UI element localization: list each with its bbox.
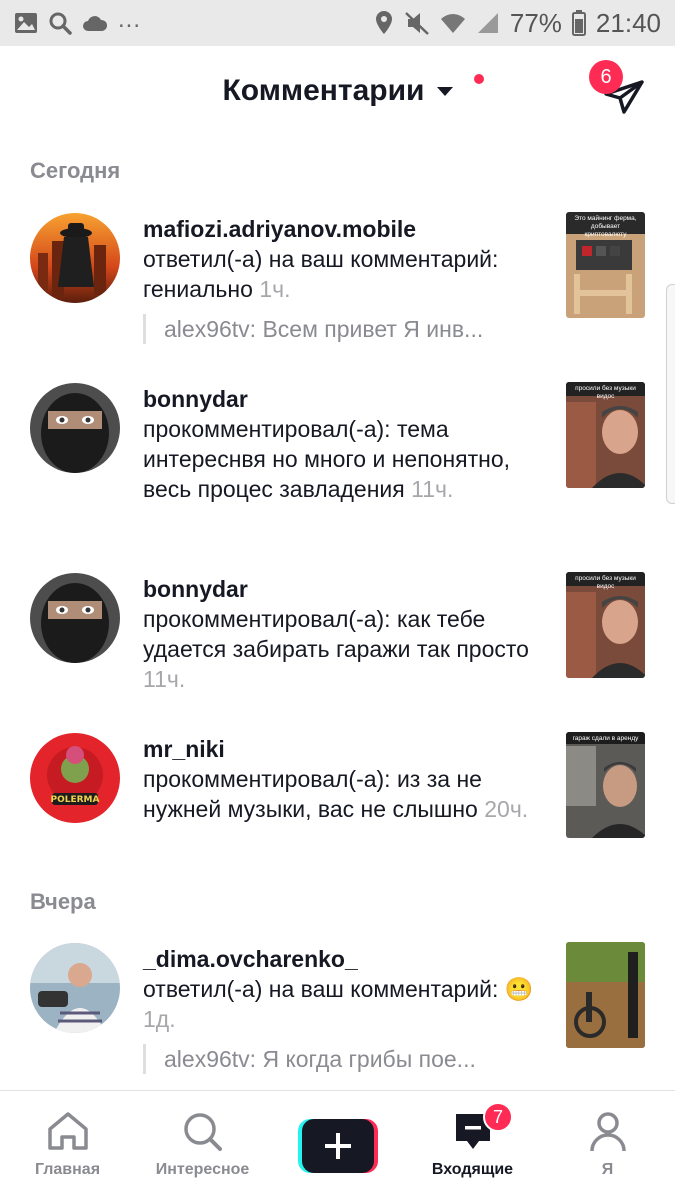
messages-badge: 6	[589, 60, 623, 94]
notification-text: ответил(-а) на ваш комментарий: гениальн…	[143, 246, 499, 302]
cloud-icon	[83, 16, 108, 31]
nav-home-label: Главная	[34, 1161, 101, 1178]
notification-text: прокомментировал(-а): из за не нужней му…	[143, 766, 482, 822]
timestamp: 20ч.	[484, 796, 529, 822]
avatar[interactable]	[30, 383, 120, 473]
video-thumbnail[interactable]: гараж сдали в аренду	[566, 732, 645, 838]
quoted-comment: alex96tv: Всем привет Я инв...	[143, 314, 543, 344]
username[interactable]: _dima.ovcharenko_	[143, 944, 543, 974]
thumbnail-caption: просили без музыки видос	[575, 385, 636, 400]
header: Комментарии 6	[0, 46, 675, 142]
avatar[interactable]: POLERMA	[30, 733, 120, 823]
battery-icon	[571, 10, 586, 36]
create-video-button[interactable]	[298, 1119, 378, 1173]
status-overflow-dots: ...	[118, 6, 142, 33]
username[interactable]: bonnydar	[143, 574, 543, 604]
signal-icon	[477, 13, 498, 33]
inbox-badge: 7	[483, 1102, 513, 1132]
battery-percent: 77%	[509, 7, 562, 38]
status-bar: ... 77% 21:40	[0, 0, 675, 46]
avatar[interactable]	[30, 573, 120, 663]
video-thumbnail[interactable]: просили без музыки видос	[566, 382, 645, 488]
timestamp: 1ч.	[259, 276, 291, 302]
section-yesterday: Вчера	[30, 889, 96, 914]
timestamp: 11ч.	[143, 666, 186, 692]
nav-inbox-label: Входящие	[431, 1161, 514, 1178]
list-item[interactable]: mafiozi.adriyanov.mobile ответил(-а) на …	[0, 210, 675, 360]
list-item[interactable]: bonnydar прокомментировал(-а): как тебе …	[0, 570, 675, 710]
video-thumbnail[interactable]	[566, 942, 645, 1048]
notification-text: прокомментировал(-а): тема интереснвя но…	[143, 416, 511, 502]
page-title: Комментарии	[222, 74, 425, 107]
home-icon	[47, 1112, 88, 1150]
list-item[interactable]: POLERMA mr_niki прокомментировал(-а): из…	[0, 730, 675, 870]
nav-inbox[interactable]: Входящие	[405, 1091, 540, 1200]
search-icon	[49, 12, 72, 35]
avatar[interactable]	[30, 943, 120, 1033]
list-item[interactable]: bonnydar прокомментировал(-а): тема инте…	[0, 380, 675, 540]
thumbnail-caption: Это майнинг ферма, добывает криптовалюту	[574, 215, 637, 238]
notification-text: прокомментировал(-а): как тебе удается з…	[143, 606, 529, 662]
gallery-icon	[15, 13, 37, 33]
username[interactable]: mr_niki	[143, 734, 543, 764]
notification-text: ответил(-а) на ваш комментарий: 😬	[143, 976, 534, 1002]
wifi-icon	[440, 14, 465, 33]
mute-icon	[405, 12, 429, 35]
username[interactable]: bonnydar	[143, 384, 543, 414]
unread-dot	[474, 74, 484, 84]
section-today: Сегодня	[30, 158, 121, 183]
nav-home[interactable]: Главная	[0, 1091, 135, 1200]
nav-profile[interactable]: Я	[540, 1091, 675, 1200]
search-icon	[183, 1113, 222, 1151]
title-dropdown[interactable]: Комментарии	[0, 74, 675, 108]
thumbnail-caption: просили без музыки видос	[575, 575, 636, 590]
thumbnail-caption: гараж сдали в аренду	[572, 735, 639, 742]
chevron-down-icon	[436, 86, 453, 96]
video-thumbnail[interactable]: просили без музыки видос	[566, 572, 645, 678]
avatar-logo-text: POLERMA	[51, 795, 100, 805]
list-item[interactable]: _dima.ovcharenko_ ответил(-а) на ваш ком…	[0, 940, 675, 1080]
profile-icon	[589, 1112, 626, 1152]
username[interactable]: mafiozi.adriyanov.mobile	[143, 214, 543, 244]
scroll-indicator[interactable]	[666, 284, 675, 504]
nav-profile-label: Я	[601, 1161, 614, 1178]
clock: 21:40	[595, 7, 661, 38]
timestamp: 11ч.	[411, 476, 454, 502]
nav-discover[interactable]: Интересное	[135, 1091, 270, 1200]
timestamp: 1д.	[143, 1006, 176, 1032]
location-icon	[375, 11, 392, 34]
video-thumbnail[interactable]: Это майнинг ферма, добывает криптовалюту	[566, 212, 645, 318]
nav-discover-label: Интересное	[155, 1161, 250, 1178]
avatar[interactable]	[30, 213, 120, 303]
quoted-comment: alex96tv: Я когда грибы пое...	[143, 1044, 543, 1074]
bottom-navigation: Главная Интересное Входящие Я	[0, 1090, 675, 1200]
